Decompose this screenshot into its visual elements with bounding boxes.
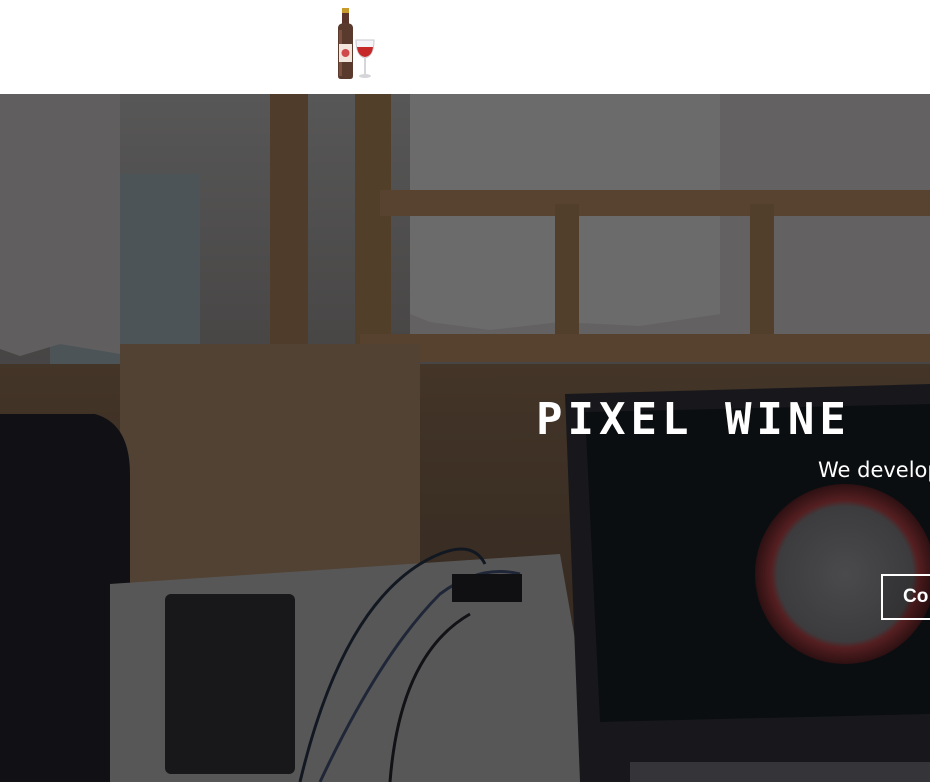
hero-title: PIXEL WINE <box>536 394 851 445</box>
wine-bottle-and-glass-icon <box>338 8 375 79</box>
contact-button[interactable]: Co <box>881 574 930 620</box>
site-header <box>0 0 930 94</box>
hero-section: PIXEL WINE We develop Co <box>0 94 930 782</box>
hero-subtitle: We develop <box>818 458 930 482</box>
logo[interactable] <box>333 8 377 80</box>
